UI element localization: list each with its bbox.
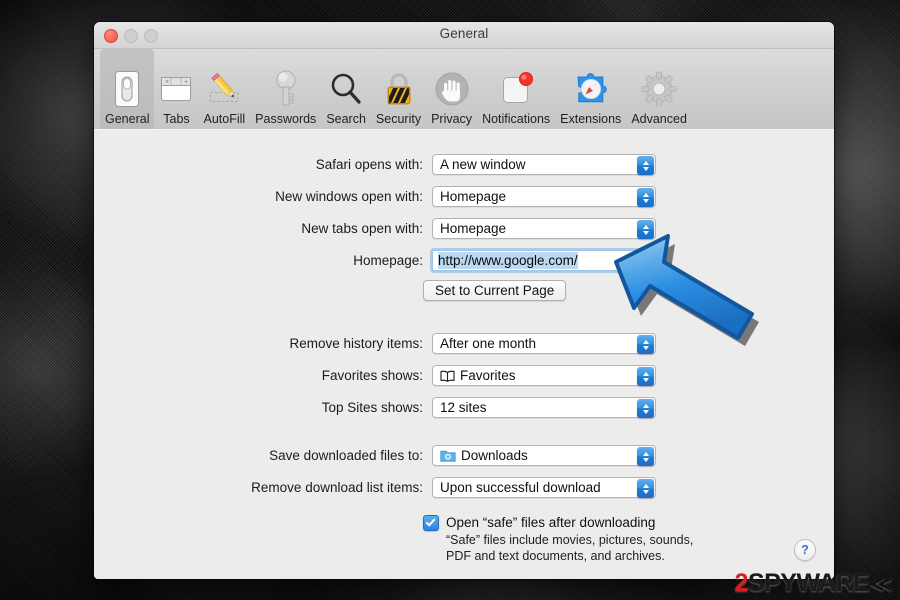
homepage-value: http://www.google.com/ <box>438 252 578 269</box>
toolbar-label: General <box>105 112 150 126</box>
toolbar-item-passwords[interactable]: Passwords <box>250 49 321 129</box>
select-remove-history-items[interactable]: After one month <box>432 333 656 354</box>
watermark-mark: ≪ <box>869 571 892 596</box>
select-safari-opens-with[interactable]: A new window <box>432 154 656 175</box>
watermark-prefix: 2 <box>734 569 749 597</box>
label-new-windows-open-with: New windows open with: <box>275 189 423 204</box>
select-top-sites-shows[interactable]: 12 sites <box>432 397 656 418</box>
row-top-sites-shows: Top Sites shows: 12 sites <box>199 397 656 418</box>
help-button[interactable]: ? <box>794 539 816 561</box>
row-set-current-page: Set to Current Page <box>423 280 567 301</box>
toolbar-item-autofill[interactable]: AutoFill <box>198 49 250 129</box>
select-value: Homepage <box>440 189 507 204</box>
label-save-downloaded-files-to: Save downloaded files to: <box>269 448 423 463</box>
toolbar-item-advanced[interactable]: Advanced <box>626 49 692 129</box>
toolbar-label: Advanced <box>631 112 687 126</box>
select-value: Homepage <box>440 221 507 236</box>
window-titlebar: General <box>94 22 834 49</box>
magnifier-icon <box>328 68 364 110</box>
row-homepage: Homepage: http://www.google.com/ <box>199 248 658 273</box>
toolbar-label: Notifications <box>482 112 551 126</box>
row-open-safe-files: Open “safe” files after downloading “Saf… <box>423 515 696 564</box>
toolbar-item-extensions[interactable]: Extensions <box>555 49 626 129</box>
row-favorites-shows: Favorites shows: Favorites <box>199 365 656 386</box>
toolbar-label: Extensions <box>560 112 622 126</box>
toolbar-label: Passwords <box>255 112 317 126</box>
row-safari-opens-with: Safari opens with: A new window <box>199 154 656 175</box>
stepper-icon[interactable] <box>637 479 654 498</box>
stepper-icon[interactable] <box>637 220 654 239</box>
set-to-current-page-button[interactable]: Set to Current Page <box>423 280 567 301</box>
gear-icon <box>640 68 678 110</box>
row-new-windows-open-with: New windows open with: Homepage <box>199 186 656 207</box>
toolbar-item-tabs[interactable]: × + Tabs <box>154 49 198 129</box>
toolbar-item-notifications[interactable]: Notifications <box>477 49 555 129</box>
svg-text:×: × <box>165 79 169 86</box>
toolbar-item-security[interactable]: Security <box>371 49 426 129</box>
toolbar-item-search[interactable]: Search <box>321 49 371 129</box>
downloads-folder-icon <box>440 449 456 462</box>
tabs-icon: × + <box>159 68 193 110</box>
watermark-text: SPYWARE <box>747 569 870 597</box>
notification-icon <box>498 68 534 110</box>
select-value: Downloads <box>461 448 528 463</box>
svg-text:+: + <box>184 79 188 86</box>
select-new-windows-open-with[interactable]: Homepage <box>432 186 656 207</box>
stepper-icon[interactable] <box>637 188 654 207</box>
select-value: Upon successful download <box>440 480 601 495</box>
select-favorites-shows[interactable]: Favorites <box>432 365 656 386</box>
label-safari-opens-with: Safari opens with: <box>315 157 423 172</box>
stepper-icon[interactable] <box>637 367 654 386</box>
toolbar-label: Tabs <box>163 112 190 126</box>
toolbar-item-privacy[interactable]: Privacy <box>426 49 477 129</box>
homepage-field[interactable]: http://www.google.com/ <box>430 248 658 273</box>
toolbar-label: AutoFill <box>203 112 246 126</box>
label-remove-download-list-items: Remove download list items: <box>251 480 423 495</box>
watermark: 2SPYWARE≪ <box>734 569 893 598</box>
general-preferences-pane: Safari opens with: A new window New wind… <box>94 129 834 579</box>
key-icon <box>273 68 299 110</box>
row-remove-download-list-items: Remove download list items: Upon success… <box>199 477 656 498</box>
row-save-downloaded-files-to: Save downloaded files to: Downloads <box>199 445 656 466</box>
open-safe-files-label: Open “safe” files after downloading <box>446 515 656 530</box>
stepper-icon[interactable] <box>637 335 654 354</box>
select-save-downloaded-files-to[interactable]: Downloads <box>432 445 656 466</box>
select-value: 12 sites <box>440 400 487 415</box>
label-remove-history-items: Remove history items: <box>289 336 423 351</box>
select-remove-download-list-items[interactable]: Upon successful download <box>432 477 656 498</box>
safari-preferences-window: General General × + Tabs AutoFill Passwo… <box>94 22 834 579</box>
stepper-icon[interactable] <box>637 399 654 418</box>
window-title: General <box>439 26 489 41</box>
label-new-tabs-open-with: New tabs open with: <box>301 221 423 236</box>
stepper-icon[interactable] <box>637 447 654 466</box>
hand-icon <box>433 68 471 110</box>
row-remove-history-items: Remove history items: After one month <box>199 333 656 354</box>
row-new-tabs-open-with: New tabs open with: Homepage <box>199 218 656 239</box>
toolbar-label: Security <box>375 112 422 126</box>
open-safe-files-note: “Safe” files include movies, pictures, s… <box>446 533 694 563</box>
label-homepage: Homepage: <box>353 253 423 268</box>
puzzle-compass-icon <box>572 68 610 110</box>
label-top-sites-shows: Top Sites shows: <box>321 400 423 415</box>
select-value: A new window <box>440 157 526 172</box>
label-favorites-shows: Favorites shows: <box>321 368 423 383</box>
stepper-icon[interactable] <box>637 156 654 175</box>
switch-icon <box>114 68 140 110</box>
select-new-tabs-open-with[interactable]: Homepage <box>432 218 656 239</box>
toolbar-label: Search <box>326 112 366 126</box>
open-safe-files-checkbox[interactable] <box>423 515 439 531</box>
toolbar-label: Privacy <box>431 112 473 126</box>
preferences-toolbar: General × + Tabs AutoFill Passwords Sear… <box>94 49 834 130</box>
pencil-icon <box>206 68 242 110</box>
select-value: After one month <box>440 336 537 351</box>
padlock-icon <box>383 68 415 110</box>
book-icon <box>440 370 455 382</box>
toolbar-item-general[interactable]: General <box>100 49 155 129</box>
select-value: Favorites <box>460 368 516 383</box>
